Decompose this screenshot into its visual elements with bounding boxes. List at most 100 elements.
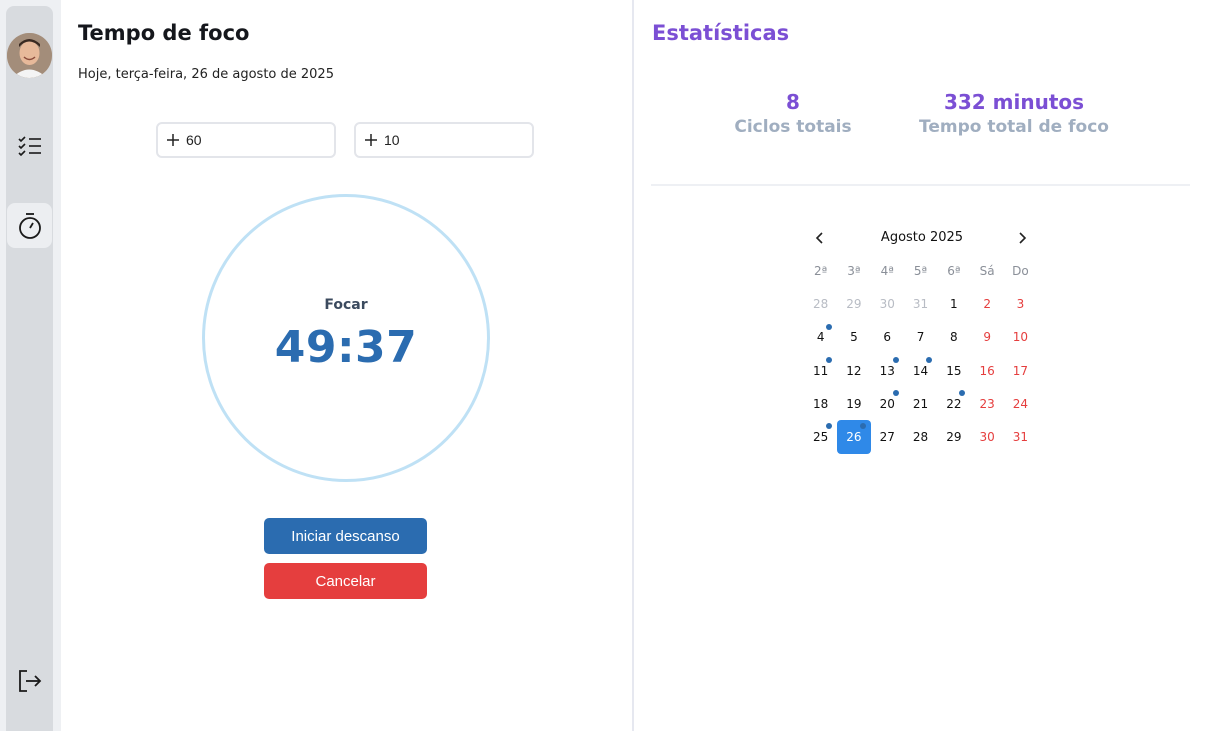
calendar-day-number: 2 xyxy=(983,296,991,311)
calendar-weekday: 5ª xyxy=(913,263,928,278)
calendar-day-today[interactable]: 26 xyxy=(837,420,871,454)
calendar-day-number: 25 xyxy=(813,430,829,445)
calendar-day[interactable]: 17 xyxy=(1004,354,1037,387)
total-cycles-stat: 8 Ciclos totais xyxy=(733,90,853,137)
calendar-day-number: 30 xyxy=(979,430,995,445)
calendar-header: Agosto 2025 xyxy=(804,222,1040,254)
calendar-day[interactable]: 20 xyxy=(871,387,904,420)
calendar-day-number: 31 xyxy=(912,296,929,311)
calendar-weekday: 3ª xyxy=(847,263,861,278)
break-minutes-field[interactable] xyxy=(354,122,534,158)
calendar-day-number: 11 xyxy=(813,363,829,378)
current-date: Hoje, terça-feira, 26 de agosto de 2025 xyxy=(78,67,334,82)
calendar-day-number: 4 xyxy=(816,330,825,345)
calendar-weekday: 6ª xyxy=(947,263,961,278)
calendar-day[interactable]: 21 xyxy=(904,387,937,420)
calendar-day[interactable]: 19 xyxy=(837,387,870,420)
user-avatar[interactable] xyxy=(7,33,52,78)
total-cycles-value: 8 xyxy=(786,90,800,114)
calendar-weekday: 4ª xyxy=(880,263,894,278)
calendar-grid: 2ª 3ª 4ª 5ª 6ª Sá Do 28 29 30 31 1 2 3 4 5 6 7 8 9 10 11 12 13 1… xyxy=(804,254,1040,454)
focus-session-dot xyxy=(826,423,833,430)
calendar-day-number: 7 xyxy=(916,330,925,345)
focus-minutes-field[interactable] xyxy=(156,122,336,158)
calendar-weekday: Do xyxy=(1012,263,1029,278)
calendar-day[interactable]: 23 xyxy=(970,387,1003,420)
cancel-button[interactable]: Cancelar xyxy=(264,563,427,599)
calendar-day[interactable]: 29 xyxy=(837,287,870,320)
calendar: Agosto 2025 2ª 3ª 4ª 5ª 6ª Sá Do 28 29 30 31 1 2 3 4 5 6… xyxy=(804,222,1040,454)
calendar-day[interactable]: 4 xyxy=(804,321,837,354)
focus-session-dot xyxy=(959,390,966,397)
logout-button[interactable] xyxy=(7,658,52,703)
calendar-day-number: 22 xyxy=(946,396,962,411)
focus-session-dot xyxy=(926,356,933,363)
calendar-day[interactable]: 11 xyxy=(804,354,837,387)
calendar-day[interactable]: 28 xyxy=(904,420,937,453)
calendar-day-number: 17 xyxy=(1012,363,1029,378)
calendar-day[interactable]: 5 xyxy=(837,321,870,354)
calendar-day[interactable]: 29 xyxy=(937,420,970,453)
start-break-button[interactable]: Iniciar descanso xyxy=(264,518,427,554)
total-focus-time-value: 332 minutos xyxy=(943,90,1085,114)
calendar-day-number: 20 xyxy=(879,396,895,411)
calendar-day-number: 31 xyxy=(1012,430,1029,445)
focus-panel: Tempo de foco Hoje, terça-feira, 26 de a… xyxy=(61,0,632,731)
timer-mode-label: Focar xyxy=(324,297,368,313)
calendar-day[interactable]: 10 xyxy=(1004,321,1037,354)
calendar-day-number: 3 xyxy=(1016,296,1025,311)
calendar-day[interactable]: 8 xyxy=(937,321,970,354)
calendar-day[interactable]: 30 xyxy=(970,420,1003,453)
calendar-day[interactable]: 25 xyxy=(804,420,837,453)
calendar-day[interactable]: 22 xyxy=(937,387,970,420)
calendar-day[interactable]: 16 xyxy=(970,354,1003,387)
total-focus-time-stat: 332 minutos Tempo total de foco xyxy=(919,90,1109,137)
focus-session-dot xyxy=(826,323,833,330)
calendar-day-number: 30 xyxy=(879,296,895,311)
calendar-day[interactable]: 9 xyxy=(970,321,1003,354)
calendar-day[interactable]: 28 xyxy=(804,287,837,320)
calendar-day[interactable]: 24 xyxy=(1004,387,1037,420)
nav-tasks-button[interactable] xyxy=(7,123,52,168)
focus-minutes-input[interactable] xyxy=(186,132,316,148)
total-cycles-label: Ciclos totais xyxy=(734,117,852,137)
calendar-day[interactable]: 27 xyxy=(871,420,904,453)
timer-circle: Focar 49:37 xyxy=(202,194,490,482)
focus-session-dot xyxy=(892,356,899,363)
calendar-day[interactable]: 18 xyxy=(804,387,837,420)
nav-timer-button[interactable] xyxy=(7,203,52,248)
sidebar-background xyxy=(0,0,61,731)
calendar-day[interactable]: 6 xyxy=(871,321,904,354)
calendar-day-number: 14 xyxy=(912,363,929,378)
focus-session-dot xyxy=(826,356,833,363)
calendar-day[interactable]: 2 xyxy=(970,287,1003,320)
sidebar xyxy=(6,6,53,731)
next-month-button[interactable] xyxy=(1012,228,1032,248)
calendar-day-number: 12 xyxy=(846,363,862,378)
calendar-day[interactable]: 13 xyxy=(871,354,904,387)
plus-icon[interactable] xyxy=(364,133,378,147)
calendar-day-number: 24 xyxy=(1012,396,1029,411)
calendar-day[interactable]: 7 xyxy=(904,321,937,354)
plus-icon[interactable] xyxy=(166,133,180,147)
calendar-day-number: 8 xyxy=(950,330,958,345)
total-focus-time-label: Tempo total de foco xyxy=(919,117,1109,137)
calendar-weekday: Sá xyxy=(979,263,995,278)
calendar-day[interactable]: 14 xyxy=(904,354,937,387)
calendar-day[interactable]: 15 xyxy=(937,354,970,387)
calendar-day-number: 13 xyxy=(879,363,895,378)
calendar-day[interactable]: 30 xyxy=(871,287,904,320)
calendar-day[interactable]: 31 xyxy=(1004,420,1037,453)
calendar-day-number: 28 xyxy=(912,430,929,445)
focus-session-dot xyxy=(892,390,899,397)
calendar-day-number: 10 xyxy=(1012,330,1029,345)
break-minutes-input[interactable] xyxy=(384,132,514,148)
calendar-day[interactable]: 1 xyxy=(937,287,970,320)
calendar-day[interactable]: 31 xyxy=(904,287,937,320)
timer-countdown: 49:37 xyxy=(274,322,418,373)
statistics-panel: Estatísticas 8 Ciclos totais 332 minutos… xyxy=(634,0,1208,731)
calendar-day[interactable]: 3 xyxy=(1004,287,1037,320)
calendar-day-number: 18 xyxy=(813,396,829,411)
calendar-day[interactable]: 12 xyxy=(837,354,870,387)
stats-divider xyxy=(651,184,1190,186)
